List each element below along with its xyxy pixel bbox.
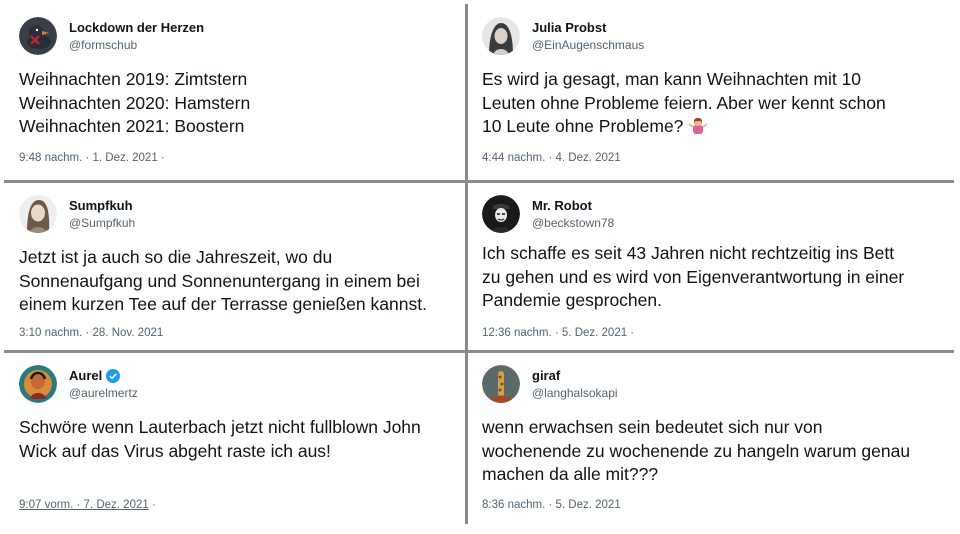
user-handle[interactable]: @langhalsokapi: [532, 385, 618, 401]
tweet-text: Weihnachten 2019: Zimtstern Weihnachten …: [19, 69, 251, 136]
woman-shrugging-emoji-icon: [688, 115, 708, 135]
display-name[interactable]: giraf: [532, 368, 618, 384]
tweet-timestamp[interactable]: 4:44 nachm. · 4. Dez. 2021: [482, 151, 621, 165]
row-divider: [4, 180, 954, 183]
display-name[interactable]: Sumpfkuh: [69, 198, 135, 214]
tweet-card-aurelmertz[interactable]: Aurel @aurelmertz Schwöre wenn Lauterbac…: [6, 354, 464, 524]
user-handle[interactable]: @Sumpfkuh: [69, 215, 135, 231]
column-divider: [465, 4, 468, 524]
user-handle[interactable]: @EinAugenschmaus: [532, 37, 644, 53]
tweet-timestamp[interactable]: 3:10 nachm. · 28. Nov. 2021: [19, 326, 163, 340]
tweet-text: Ich schaffe es seit 43 Jahren nicht rech…: [482, 243, 905, 310]
tweet-header: giraf @langhalsokapi: [482, 364, 618, 404]
tweet-collage: Lockdown der Herzen @formschub Weihnacht…: [0, 0, 960, 534]
display-name[interactable]: Lockdown der Herzen: [69, 20, 204, 36]
user-handle[interactable]: @formschub: [69, 37, 204, 53]
verified-badge-icon: [106, 368, 121, 383]
tweet-header: Aurel @aurelmertz: [19, 364, 138, 404]
tweet-text: Schwöre wenn Lauterbach jetzt nicht full…: [19, 417, 421, 461]
display-name[interactable]: Julia Probst: [532, 20, 644, 36]
tweet-header: Julia Probst @EinAugenschmaus: [482, 16, 644, 56]
tweet-timestamp-text[interactable]: 9:07 vorm. · 7. Dez. 2021: [19, 499, 149, 511]
tweet-text: wenn erwachsen sein bedeutet sich nur vo…: [482, 417, 911, 484]
masked-figure-avatar-icon[interactable]: [482, 195, 520, 233]
display-name[interactable]: Aurel: [69, 368, 138, 384]
tweet-header: Lockdown der Herzen @formschub: [19, 16, 204, 56]
display-name-text: Aurel: [69, 367, 103, 383]
giraffe-avatar-icon[interactable]: [482, 365, 520, 403]
row-divider: [4, 350, 954, 353]
user-handle[interactable]: @aurelmertz: [69, 385, 138, 401]
duck-avatar-icon[interactable]: [19, 17, 57, 55]
tweet-timestamp[interactable]: 8:36 nachm. · 5. Dez. 2021: [482, 498, 621, 512]
display-name[interactable]: Mr. Robot: [532, 198, 614, 214]
tweet-text-body: Es wird ja gesagt, man kann Weihnachten …: [482, 69, 886, 136]
tweet-card-einaugenschmaus[interactable]: Julia Probst @EinAugenschmaus Es wird ja…: [470, 6, 954, 179]
tweet-timestamp[interactable]: 12:36 nachm. · 5. Dez. 2021 ·: [482, 326, 634, 340]
tweet-text: Es wird ja gesagt, man kann Weihnachten …: [482, 68, 886, 139]
tweet-card-beckstown78[interactable]: Mr. Robot @beckstown78 Ich schaffe es se…: [470, 184, 954, 349]
tweet-card-sumpfkuh[interactable]: Sumpfkuh @Sumpfkuh Jetzt ist ja auch so …: [6, 184, 464, 349]
tweet-text: Jetzt ist ja auch so die Jahreszeit, wo …: [19, 247, 427, 314]
tweet-card-langhalsokapi[interactable]: giraf @langhalsokapi wenn erwachsen sein…: [470, 354, 954, 524]
woman-portrait-avatar-icon[interactable]: [19, 195, 57, 233]
woman-portrait-avatar-icon[interactable]: [482, 17, 520, 55]
tweet-header: Sumpfkuh @Sumpfkuh: [19, 194, 135, 234]
tweet-header: Mr. Robot @beckstown78: [482, 194, 614, 234]
tweet-card-formschub[interactable]: Lockdown der Herzen @formschub Weihnacht…: [6, 6, 464, 179]
tweet-timestamp[interactable]: 9:48 nachm. · 1. Dez. 2021 ·: [19, 151, 165, 165]
user-handle[interactable]: @beckstown78: [532, 215, 614, 231]
tweet-timestamp[interactable]: 9:07 vorm. · 7. Dez. 2021 ·: [19, 498, 156, 512]
colorful-portrait-avatar-icon[interactable]: [19, 365, 57, 403]
